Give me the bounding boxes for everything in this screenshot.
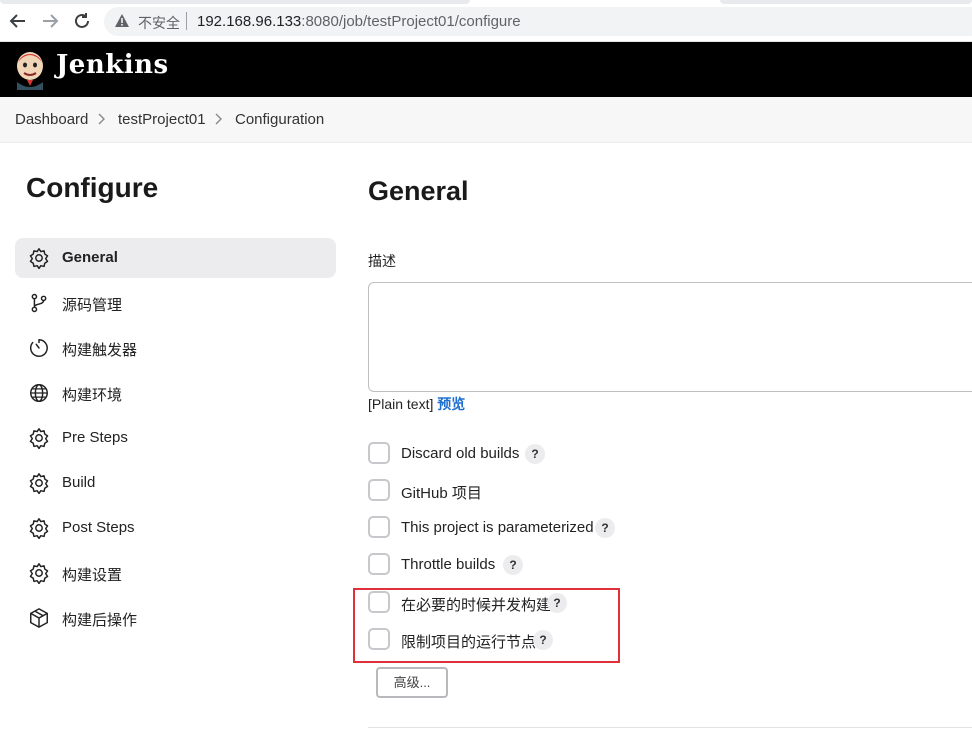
breadcrumb-dashboard[interactable]: Dashboard [15, 111, 88, 128]
checkbox[interactable] [368, 479, 390, 501]
sidebar-item-label: 源码管理 [62, 297, 123, 314]
sidebar-title: Configure [26, 172, 159, 203]
sidebar-item-build[interactable]: Build [15, 463, 336, 503]
divider [368, 727, 972, 728]
back-icon[interactable] [8, 11, 28, 31]
jenkins-title[interactable]: Jenkins [56, 50, 169, 80]
description-textarea[interactable] [368, 282, 972, 392]
preview-link[interactable]: 预览 [437, 396, 465, 412]
sidebar-item-label: 构建后操作 [62, 612, 138, 629]
sidebar-item-scm[interactable]: 源码管理 [15, 283, 336, 323]
jenkins-logo-icon[interactable] [14, 48, 46, 90]
sidebar-item-label: 构建环境 [62, 387, 123, 404]
help-icon[interactable]: ? [525, 444, 545, 464]
gear-icon [28, 427, 50, 450]
sidebar-item-label: Build [62, 474, 96, 491]
breadcrumb: Dashboard testProject01 Configuration [0, 97, 972, 143]
breadcrumb-configuration[interactable]: Configuration [235, 111, 324, 128]
url-path: :8080/job/testProject01/configure [301, 13, 521, 30]
option-label: Throttle builds [401, 556, 496, 573]
advanced-button[interactable]: 高级... [376, 667, 448, 698]
reload-icon[interactable] [72, 11, 92, 31]
globe-icon [28, 382, 50, 404]
sidebar-item-environment[interactable]: 构建环境 [15, 373, 336, 413]
divider [186, 12, 187, 30]
gear-icon [28, 472, 50, 495]
sidebar-item-label: 构建设置 [62, 567, 123, 584]
package-icon [28, 607, 50, 629]
help-icon[interactable]: ? [503, 555, 523, 575]
checkbox[interactable] [368, 442, 390, 464]
tab-edge [720, 0, 972, 4]
url-text[interactable]: 192.168.96.133:8080/job/testProject01/co… [197, 13, 521, 30]
insecure-label: 不安全 [138, 15, 180, 31]
gear-icon [28, 517, 50, 540]
gear-icon [28, 562, 50, 585]
sidebar-item-label: Post Steps [62, 519, 135, 536]
plain-text-label: [Plain text] [368, 396, 434, 412]
browser-toolbar: 不安全 192.168.96.133:8080/job/testProject0… [0, 0, 972, 42]
sidebar-item-post-build[interactable]: 构建后操作 [15, 598, 336, 638]
checkbox[interactable] [368, 516, 390, 538]
sidebar-item-post-steps[interactable]: Post Steps [15, 508, 336, 548]
sidebar-item-label: General [62, 249, 118, 266]
chevron-right-icon [96, 112, 106, 126]
help-icon[interactable]: ? [595, 518, 615, 538]
branch-icon [28, 292, 50, 314]
option-label: GitHub 项目 [401, 485, 482, 502]
sidebar-item-general[interactable]: General [15, 238, 336, 278]
highlight-box [353, 588, 620, 663]
checkbox[interactable] [368, 553, 390, 575]
section-title: General [368, 176, 469, 206]
breadcrumb-project[interactable]: testProject01 [118, 111, 206, 128]
url-host: 192.168.96.133 [197, 13, 302, 30]
chevron-right-icon [213, 112, 223, 126]
option-label: Discard old builds [401, 445, 520, 462]
sidebar-item-pre-steps[interactable]: Pre Steps [15, 418, 336, 458]
warning-icon[interactable] [114, 13, 130, 29]
forward-icon[interactable] [40, 11, 60, 31]
jenkins-header: Jenkins [0, 42, 972, 97]
tab-edge [0, 0, 470, 4]
plain-text-note: [Plain text] 预览 [368, 394, 465, 414]
gear-icon [28, 247, 50, 270]
address-bar[interactable]: 不安全 192.168.96.133:8080/job/testProject0… [104, 7, 972, 36]
sidebar-item-triggers[interactable]: 构建触发器 [15, 328, 336, 368]
sidebar-item-label: Pre Steps [62, 429, 128, 446]
sidebar-item-build-settings[interactable]: 构建设置 [15, 553, 336, 593]
option-label: This project is parameterized [401, 519, 594, 536]
description-label: 描述 [368, 253, 396, 269]
timer-icon [28, 337, 50, 359]
sidebar-item-label: 构建触发器 [62, 342, 138, 359]
